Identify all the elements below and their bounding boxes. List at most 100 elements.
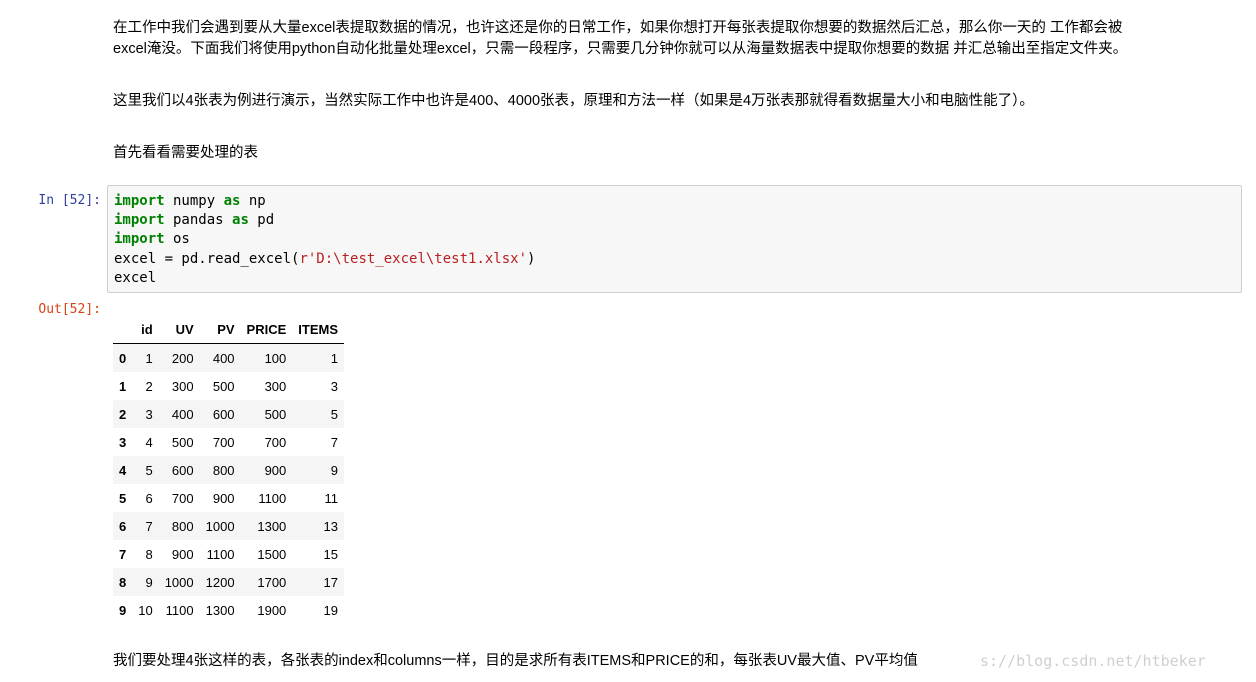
table-cell: 9	[145, 574, 153, 590]
demo-paragraph: 这里我们以4张表为例进行演示，当然实际工作中也许是400、4000张表，原理和方…	[113, 93, 1034, 109]
table-cell: 4	[145, 434, 153, 450]
table-cell: 1300	[257, 518, 287, 534]
table-cell: 400	[171, 406, 194, 422]
table-cell: 600	[171, 462, 194, 478]
table-cell: 700	[171, 490, 194, 506]
code-text: np	[240, 193, 266, 209]
table-cell: 900	[212, 490, 235, 506]
table-row: 7 8 900 1100 1500 15	[113, 540, 344, 568]
column-header-price: PRICE	[240, 315, 293, 344]
code-keyword: as	[232, 212, 249, 229]
code-text: excel = pd.read_excel(	[114, 250, 300, 267]
code-text: pd	[248, 212, 275, 229]
table-row: 3 4 500 700 700 7	[113, 428, 344, 456]
dataframe-table: id UV PV PRICE ITEMS 0 1 200 400 100 1 1 2 300 50…	[113, 315, 345, 625]
table-cell: 800	[212, 462, 235, 478]
code-text: excel	[114, 269, 157, 286]
table-cell: 500	[264, 406, 287, 422]
input-prompt: In [52]:	[38, 193, 101, 208]
table-cell: 100	[264, 350, 287, 366]
column-header-uv: UV	[158, 315, 200, 344]
table-row: 0 1 200 400 100 1	[113, 343, 345, 372]
table-cell: 1	[330, 350, 339, 366]
code-keyword: import	[114, 193, 165, 209]
row-index: 9	[119, 602, 127, 618]
table-row: 2 3 400 600 500 5	[113, 400, 345, 428]
table-cell: 500	[171, 434, 194, 450]
code-text: numpy	[164, 193, 224, 209]
table-row: 4 5 600 800 900 9	[113, 456, 345, 484]
row-index: 7	[119, 546, 127, 562]
table-cell: 1000	[164, 574, 194, 590]
code-keyword: import	[114, 231, 165, 248]
table-cell: 7	[145, 518, 153, 534]
row-index: 2	[119, 406, 127, 422]
table-cell: 1500	[257, 546, 287, 562]
code-line: excel	[114, 269, 1235, 288]
table-cell: 700	[264, 434, 287, 450]
column-header-items: ITEMS	[292, 315, 345, 344]
table-cell: 15	[323, 546, 339, 562]
table-cell: 300	[171, 378, 194, 394]
table-row: 8 9 1000 1200 1700 17	[113, 568, 345, 596]
table-cell: 2	[145, 378, 153, 394]
column-header-id: id	[132, 315, 159, 344]
table-cell: 1100	[206, 546, 235, 562]
table-cell: 900	[171, 546, 194, 562]
code-keyword: as	[223, 193, 241, 209]
table-cell: 1100	[258, 490, 287, 506]
table-cell: 13	[323, 518, 339, 534]
table-cell: 1300	[205, 602, 235, 618]
table-cell: 500	[212, 378, 235, 394]
table-cell: 1000	[205, 518, 235, 534]
row-index: 8	[119, 574, 127, 590]
code-string: r'D:\test_excel\test1.xlsx'	[299, 250, 528, 267]
intro-paragraph: 在工作中我们会遇到要从大量excel表提取数据的情况，也许这还是你的日常工作，如…	[113, 18, 1238, 60]
code-line: import os	[114, 230, 1235, 249]
code-line: import numpy as np	[114, 192, 1235, 211]
intro-line-2: excel淹没。下面我们将使用python自动化批量处理excel，只需一段程序…	[113, 41, 1128, 57]
table-cell: 11	[324, 490, 339, 506]
table-cell: 1200	[205, 574, 235, 590]
table-cell: 800	[171, 518, 194, 534]
table-cell: 9	[330, 462, 339, 478]
table-header-row: id UV PV PRICE ITEMS	[113, 315, 345, 344]
table-cell: 200	[171, 350, 194, 366]
row-index: 6	[119, 518, 127, 534]
table-cell: 3	[330, 378, 339, 394]
table-row: 5 6 700 900 1100 11	[113, 484, 344, 512]
code-keyword: import	[114, 212, 165, 229]
index-header	[113, 315, 133, 344]
row-index: 3	[119, 434, 127, 450]
code-line: import pandas as pd	[114, 211, 1235, 230]
table-cell: 1	[145, 350, 153, 366]
table-row: 1 2 300 500 300 3	[113, 372, 344, 400]
code-cell-editor[interactable]: import numpy as np import pandas as pd i…	[107, 185, 1242, 293]
table-body: 0 1 200 400 100 1 1 2 300 500 300 3 2 3 400 600 500 5 3 4 50…	[113, 343, 345, 625]
table-cell: 3	[145, 406, 153, 422]
table-cell: 700	[212, 434, 235, 450]
table-cell: 900	[264, 462, 287, 478]
table-row: 6 7 800 1000 1300 13	[113, 512, 345, 540]
output-prompt: Out[52]:	[38, 302, 101, 317]
first-look-paragraph: 首先看看需要处理的表	[113, 145, 258, 161]
code-line: excel = pd.read_excel(r'D:\test_excel\te…	[114, 250, 1235, 269]
row-index: 5	[119, 490, 127, 506]
table-cell: 1100	[165, 602, 194, 618]
table-cell: 17	[323, 574, 339, 590]
table-cell: 5	[330, 406, 339, 422]
intro-line-1: 在工作中我们会遇到要从大量excel表提取数据的情况，也许这还是你的日常工作，如…	[113, 20, 1123, 36]
table-cell: 8	[145, 546, 153, 562]
table-cell: 300	[264, 378, 287, 394]
code-text: os	[164, 231, 190, 248]
column-header-pv: PV	[199, 315, 241, 344]
row-index: 0	[119, 350, 127, 366]
summary-paragraph: 我们要处理4张这样的表，各张表的index和columns一样，目的是求所有表I…	[113, 653, 918, 669]
table-cell: 10	[138, 602, 153, 618]
code-text: )	[527, 250, 536, 267]
code-text: pandas	[164, 212, 233, 229]
row-index: 4	[119, 462, 127, 478]
table-cell: 6	[145, 490, 153, 506]
table-cell: 7	[330, 434, 339, 450]
row-index: 1	[119, 378, 127, 394]
